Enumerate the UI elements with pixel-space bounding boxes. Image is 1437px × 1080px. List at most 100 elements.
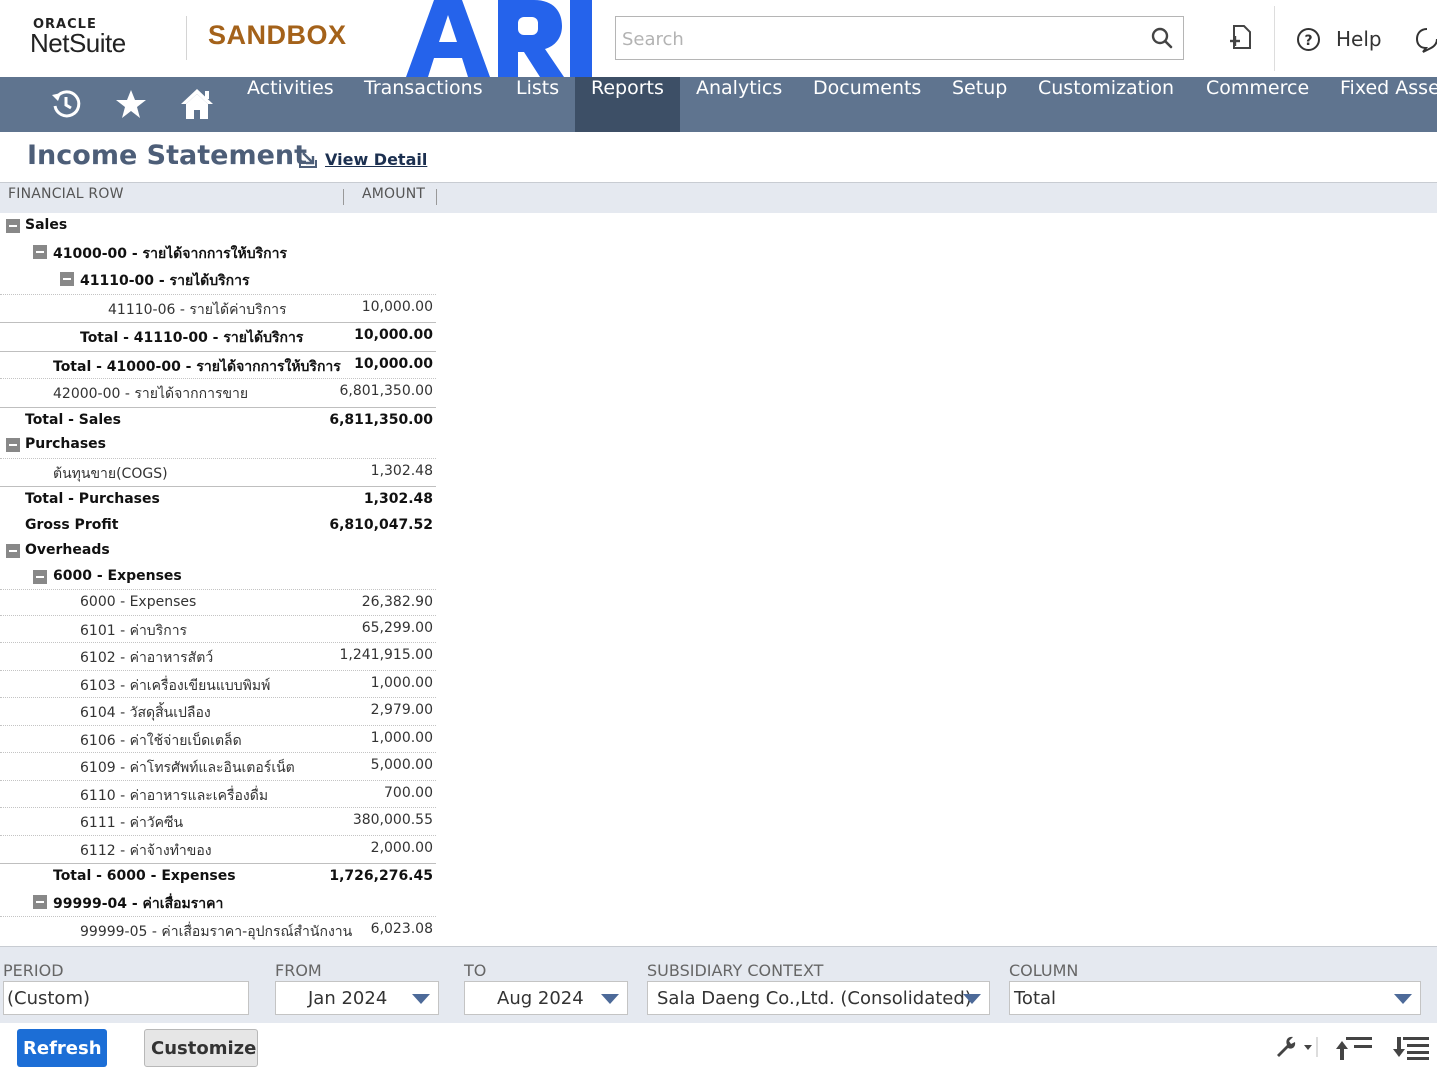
report-total-row[interactable]: Total - Sales 6,811,350.00	[0, 407, 436, 434]
column-resize-handle[interactable]	[436, 189, 437, 205]
report-row[interactable]: 6104 - วัสดุสิ้นเปลือง 2,979.00	[0, 697, 436, 724]
report-section-row[interactable]: Sales	[0, 213, 436, 239]
report-total-row[interactable]: Total - 41000-00 - รายได้จากการให้บริการ…	[0, 351, 436, 378]
column-resize-handle[interactable]	[343, 189, 344, 205]
report-section-row[interactable]: 6000 - Expenses	[0, 564, 436, 590]
amount-value[interactable]: 6,023.08	[371, 921, 433, 937]
from-select[interactable]: Jan 2024	[275, 981, 439, 1015]
nav-analytics[interactable]: Analytics	[680, 77, 798, 132]
global-search[interactable]	[615, 16, 1184, 60]
expand-all-icon[interactable]	[1391, 1035, 1431, 1061]
nav-reports[interactable]: Reports	[575, 77, 680, 132]
report-total-row[interactable]: Total - 41110-00 - รายได้บริการ 10,000.00	[0, 322, 436, 349]
nav-customization[interactable]: Customization	[1022, 77, 1190, 132]
nav-fixed-assets[interactable]: Fixed Assets	[1324, 77, 1437, 132]
amount-value[interactable]: 6,811,350.00	[329, 412, 433, 428]
report-row[interactable]: 99999-05 - ค่าเสื่อมราคา-อุปกรณ์สำนักงาน…	[0, 916, 436, 943]
report-row[interactable]: 6101 - ค่าบริการ 65,299.00	[0, 615, 436, 642]
report-section-row[interactable]: 41110-00 - รายได้บริการ	[0, 266, 436, 292]
amount-value[interactable]: 65,299.00	[362, 620, 433, 636]
help-link[interactable]: Help	[1336, 27, 1382, 51]
to-select[interactable]: Aug 2024	[464, 981, 628, 1015]
collapse-toggle-icon[interactable]	[33, 570, 47, 584]
report-section-row[interactable]: Purchases	[0, 432, 436, 458]
report-row[interactable]: Gross Profit 6,810,047.52	[0, 513, 436, 539]
search-icon[interactable]	[1151, 27, 1173, 49]
amount-value[interactable]: 6,810,047.52	[329, 517, 433, 533]
nav-lists[interactable]: Lists	[500, 77, 575, 132]
customize-button[interactable]: Customize	[144, 1029, 258, 1067]
report-row[interactable]: 6000 - Expenses 26,382.90	[0, 589, 436, 616]
collapse-toggle-icon[interactable]	[6, 544, 20, 558]
amount-value[interactable]: 6,801,350.00	[339, 383, 433, 399]
nav-setup[interactable]: Setup	[936, 77, 1023, 132]
collapse-toggle-icon[interactable]	[6, 219, 20, 233]
report-row[interactable]: 6112 - ค่าจ้างทำของ 2,000.00	[0, 835, 436, 862]
report-row[interactable]: 42000-00 - รายได้จากการขาย 6,801,350.00	[0, 378, 436, 405]
report-total-row[interactable]: Total - Purchases 1,302.48	[0, 486, 436, 513]
chevron-down-icon[interactable]	[412, 994, 430, 1004]
amount-value[interactable]: 2,979.00	[371, 702, 433, 718]
report-section-row[interactable]: 41000-00 - รายได้จากการให้บริการ	[0, 239, 436, 265]
collapse-all-icon[interactable]	[1334, 1035, 1374, 1061]
home-icon[interactable]	[179, 87, 215, 121]
amount-value[interactable]: 10,000.00	[354, 327, 433, 343]
report-row[interactable]: 6109 - ค่าโทรศัพท์และอินเตอร์เน็ต 5,000.0…	[0, 752, 436, 779]
refresh-button[interactable]: Refresh	[17, 1029, 107, 1067]
amount-value[interactable]: 1,302.48	[371, 463, 433, 479]
chevron-down-icon[interactable]	[1394, 994, 1412, 1004]
financial-row-label: Overheads	[25, 542, 110, 558]
amount-value[interactable]: 1,726,276.45	[329, 868, 433, 884]
view-detail-icon[interactable]	[297, 148, 319, 170]
financial-row-label: 6000 - Expenses	[80, 594, 197, 610]
report-row[interactable]: ต้นทุนขาย(COGS) 1,302.48	[0, 458, 436, 485]
nav-transactions[interactable]: Transactions	[348, 77, 499, 132]
nav-documents[interactable]: Documents	[797, 77, 937, 132]
financial-row-label: 6111 - ค่าวัคซีน	[80, 815, 184, 831]
subsidiary-context-select[interactable]: Sala Daeng Co.,Ltd. (Consolidated)	[647, 981, 990, 1015]
amount-value[interactable]: 10,000.00	[354, 356, 433, 372]
report-row[interactable]: 6111 - ค่าวัคซีน 380,000.55	[0, 807, 436, 834]
recent-records-icon[interactable]	[49, 87, 83, 121]
amount-value[interactable]: 5,000.00	[371, 757, 433, 773]
column-select[interactable]: Total	[1009, 981, 1421, 1015]
amount-value[interactable]: 1,241,915.00	[339, 647, 433, 663]
netsuite-logo[interactable]: NetSuite	[30, 28, 126, 59]
chevron-down-icon[interactable]	[601, 994, 619, 1004]
amount-value[interactable]: 10,000.00	[362, 299, 433, 315]
amount-value[interactable]: 1,302.48	[364, 491, 433, 507]
wrench-icon[interactable]	[1273, 1035, 1319, 1059]
from-label: FROM	[275, 961, 322, 980]
report-row[interactable]: 6103 - ค่าเครื่องเขียนแบบพิมพ์ 1,000.00	[0, 670, 436, 697]
report-row[interactable]: 41110-06 - รายได้ค่าบริการ 10,000.00	[0, 294, 436, 321]
search-input[interactable]	[620, 25, 1144, 53]
report-row[interactable]: 6102 - ค่าอาหารสัตว์ 1,241,915.00	[0, 642, 436, 669]
favorites-star-icon[interactable]	[114, 87, 148, 121]
column-amount[interactable]: AMOUNT	[362, 186, 425, 202]
collapse-toggle-icon[interactable]	[60, 272, 74, 286]
nav-commerce[interactable]: Commerce	[1190, 77, 1325, 132]
help-icon[interactable]: ?	[1296, 27, 1321, 52]
amount-value[interactable]: 26,382.90	[362, 594, 433, 610]
nav-activities[interactable]: Activities	[231, 77, 350, 132]
collapse-toggle-icon[interactable]	[6, 438, 20, 452]
collapse-toggle-icon[interactable]	[33, 895, 47, 909]
amount-value[interactable]: 380,000.55	[353, 812, 433, 828]
amount-value[interactable]: 1,000.00	[371, 675, 433, 691]
svg-text:?: ?	[1304, 33, 1312, 49]
amount-value[interactable]: 700.00	[384, 785, 433, 801]
report-section-row[interactable]: Overheads	[0, 538, 436, 564]
report-row[interactable]: 6110 - ค่าอาหารและเครื่องดื่ม 700.00	[0, 780, 436, 807]
report-section-row[interactable]: 99999-04 - ค่าเสื่อมราคา	[0, 889, 436, 915]
amount-value[interactable]: 2,000.00	[371, 840, 433, 856]
chat-icon[interactable]	[1415, 27, 1437, 53]
report-total-row[interactable]: Total - 6000 - Expenses 1,726,276.45	[0, 863, 436, 890]
chevron-down-icon[interactable]	[963, 994, 981, 1004]
report-row[interactable]: 6106 - ค่าใช้จ่ายเบ็ดเตล็ด 1,000.00	[0, 725, 436, 752]
view-detail-link[interactable]: View Detail	[325, 150, 427, 169]
amount-value[interactable]: 1,000.00	[371, 730, 433, 746]
column-financial-row[interactable]: FINANCIAL ROW	[8, 186, 124, 202]
collapse-toggle-icon[interactable]	[33, 245, 47, 259]
period-field[interactable]: (Custom)	[3, 981, 249, 1015]
create-record-icon[interactable]	[1226, 24, 1254, 52]
